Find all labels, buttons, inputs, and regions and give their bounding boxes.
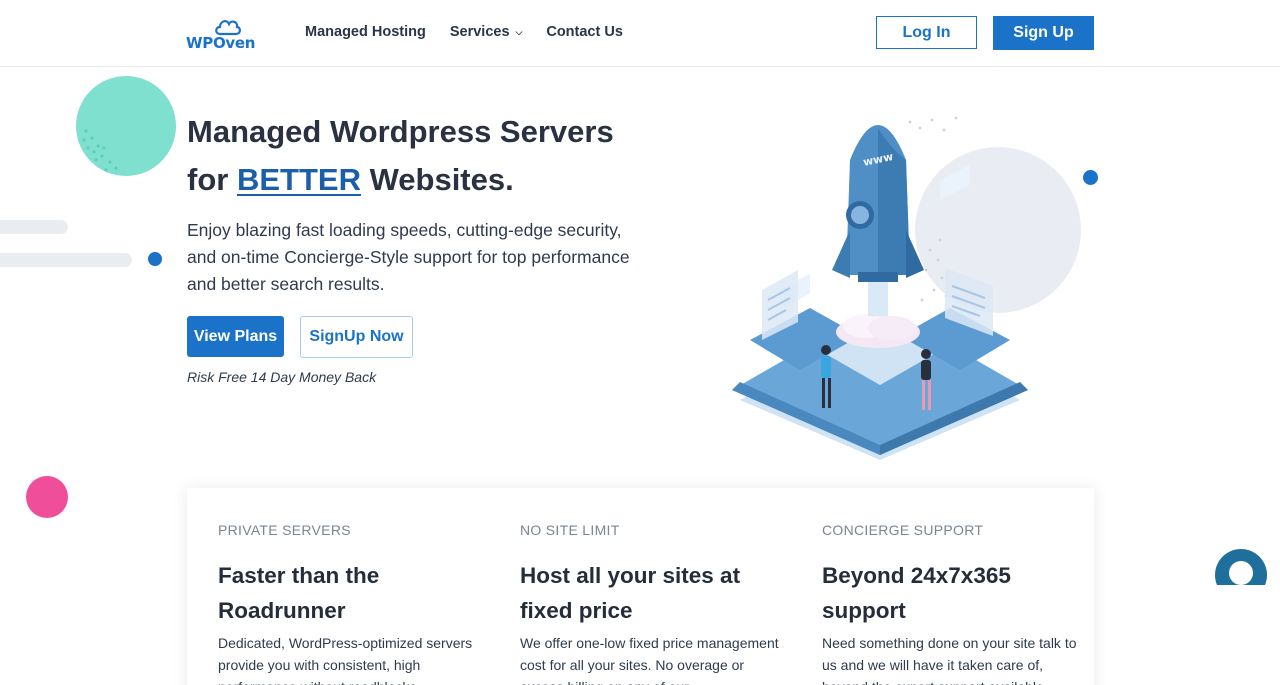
chat-support-icon[interactable] xyxy=(1215,549,1267,585)
rocket-launch-illustration: www xyxy=(732,116,1081,460)
feature-no-site-limit: NO SITE LIMIT Host all your sites at fix… xyxy=(520,522,780,685)
nav-managed-hosting[interactable]: Managed Hosting xyxy=(305,24,426,40)
chat-avatar xyxy=(1229,561,1253,585)
feature-label: CONCIERGE SUPPORT xyxy=(822,522,984,538)
hero-title: Managed Wordpress Servers for BETTER Web… xyxy=(187,108,667,204)
nav-label: Managed Hosting xyxy=(305,24,426,40)
signup-button[interactable]: Sign Up xyxy=(993,16,1094,50)
chevron-down-icon: ⌵ xyxy=(515,26,523,37)
site-header: WPOven Managed Hosting Services ⌵ Contact… xyxy=(0,0,1280,67)
wpoven-logo[interactable]: WPOven xyxy=(186,16,262,54)
feature-concierge-support: CONCIERGE SUPPORT Beyond 24x7x365 suppor… xyxy=(822,522,1082,685)
decorative-teal-circle xyxy=(76,76,176,176)
features-card: PRIVATE SERVERS Faster than the Roadrunn… xyxy=(187,488,1094,685)
hero-title-for: for xyxy=(187,162,229,197)
decorative-blue-dot xyxy=(148,252,162,266)
feature-title: Faster than the Roadrunner xyxy=(218,563,380,623)
view-plans-button[interactable]: View Plans xyxy=(187,316,284,357)
signup-now-button[interactable]: SignUp Now xyxy=(300,316,413,358)
feature-description: Dedicated, WordPress-optimized servers p… xyxy=(218,635,473,685)
hero-title-highlight: BETTER xyxy=(236,162,361,197)
nav-contact-us[interactable]: Contact Us xyxy=(546,24,623,40)
feature-title: Host all your sites at fixed price xyxy=(520,563,741,623)
feature-description: Need something done on your site talk to… xyxy=(822,635,1077,685)
money-back-note: Risk Free 14 Day Money Back xyxy=(187,369,377,385)
nav-label: Services xyxy=(449,24,510,40)
main-nav: Managed Hosting Services ⌵ Contact Us xyxy=(305,24,623,40)
decorative-line xyxy=(0,220,68,234)
login-button[interactable]: Log In xyxy=(876,16,977,49)
decorative-pink-circle xyxy=(26,476,68,518)
feature-title: Beyond 24x7x365 support xyxy=(822,563,1011,623)
logo-text: WPOven xyxy=(186,34,256,52)
nav-services[interactable]: Services ⌵ xyxy=(450,24,523,40)
feature-label: PRIVATE SERVERS xyxy=(218,522,351,538)
nav-label: Contact Us xyxy=(546,24,623,40)
feature-private-servers: PRIVATE SERVERS Faster than the Roadrunn… xyxy=(218,522,478,685)
hero-title-rest: Websites. xyxy=(369,162,514,197)
hero-description: Enjoy blazing fast loading speeds, cutti… xyxy=(187,220,630,294)
hero-title-line1: Managed Wordpress Servers xyxy=(187,114,614,149)
feature-description: We offer one-low fixed price management … xyxy=(520,635,779,685)
feature-label: NO SITE LIMIT xyxy=(520,522,620,538)
decorative-line xyxy=(0,253,132,267)
